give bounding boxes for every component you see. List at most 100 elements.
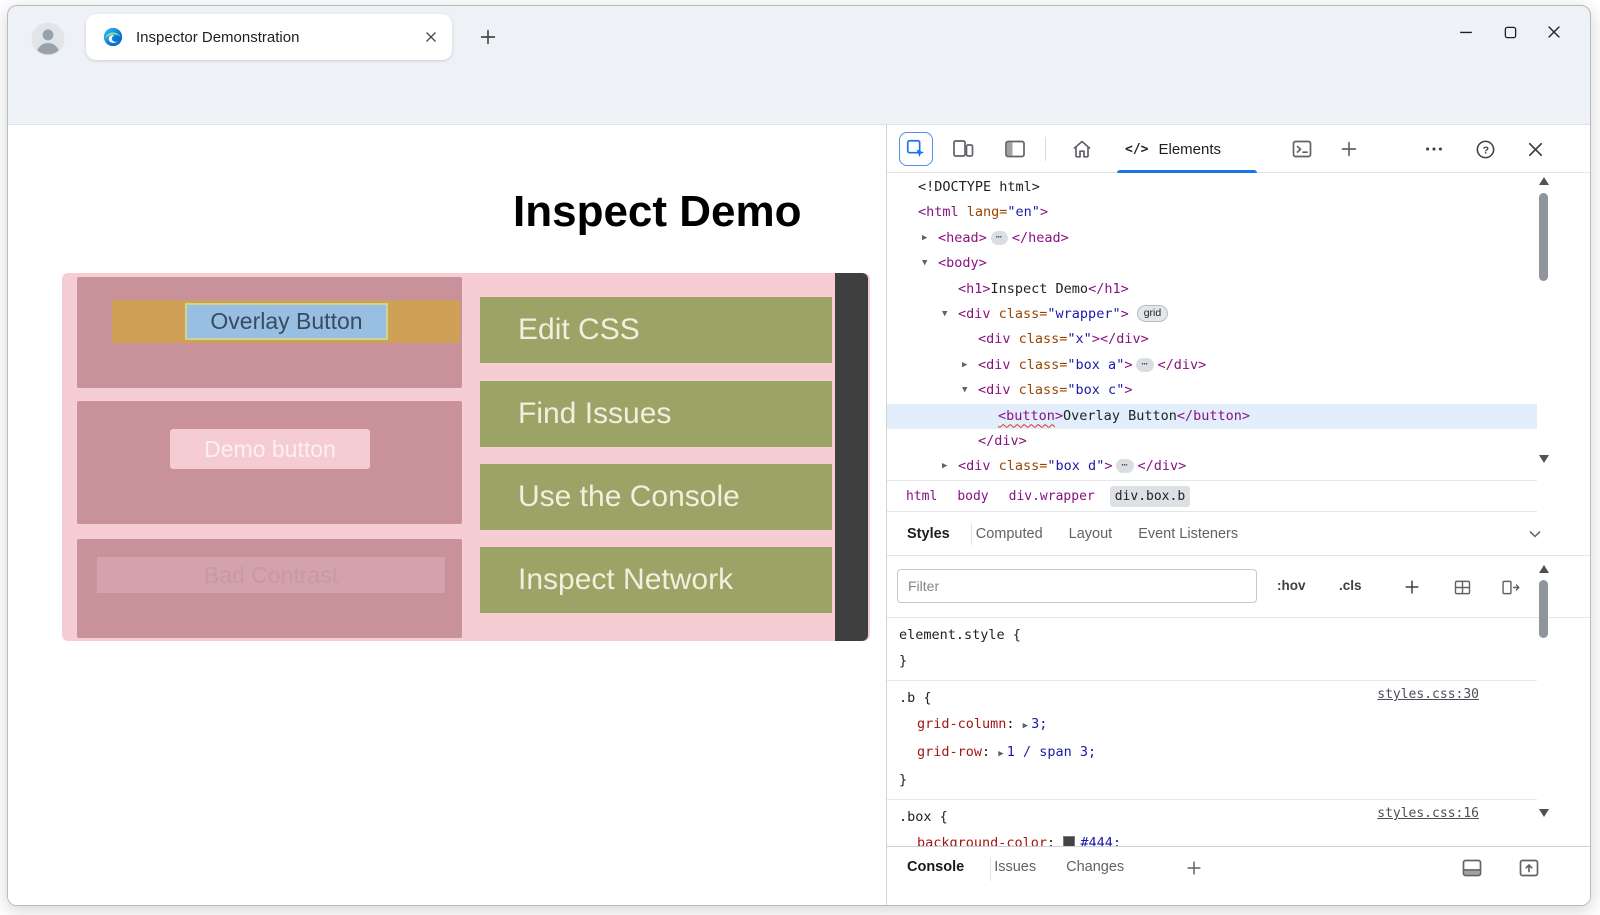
dom-node[interactable]: ▶ <div class="box a"> ⋯ </div> xyxy=(887,353,1537,378)
tab-event-listeners[interactable]: Event Listeners xyxy=(1138,526,1238,542)
minimize-button[interactable] xyxy=(1444,12,1488,52)
dom-node[interactable]: ▶ <div class="box d"> ⋯ </div> xyxy=(887,454,1537,479)
dom-token: "en" xyxy=(1007,204,1040,221)
breadcrumb-html[interactable]: html xyxy=(901,486,942,507)
scroll-down-icon[interactable] xyxy=(1539,455,1549,463)
nav-box-inspect-network[interactable]: Inspect Network xyxy=(480,547,832,613)
dom-token: </head> xyxy=(1011,229,1069,246)
expand-value-icon[interactable]: ▶ xyxy=(1023,721,1028,731)
dom-node-selected[interactable]: <button>Overlay Button</button> xyxy=(887,403,1537,430)
browser-tab[interactable]: Inspector Demonstration xyxy=(86,14,452,60)
expand-arrow-icon[interactable]: ▶ xyxy=(962,353,967,378)
more-options-icon[interactable] xyxy=(1422,137,1446,161)
drawer-tab-issues[interactable]: Issues xyxy=(994,859,1036,875)
scroll-down-icon[interactable] xyxy=(1539,809,1549,817)
collapse-arrow-icon[interactable]: ▼ xyxy=(922,251,927,276)
dom-token: > xyxy=(1124,356,1133,373)
nav-box-use-the-console[interactable]: Use the Console xyxy=(480,464,832,530)
expand-arrow-icon[interactable]: ▶ xyxy=(942,454,947,479)
chevron-down-icon[interactable] xyxy=(1525,524,1545,544)
breadcrumb-div-box-b[interactable]: div.box.b xyxy=(1109,485,1191,507)
bad-contrast-button[interactable]: Bad Contrast xyxy=(97,557,445,593)
computed-sidebar-icon[interactable] xyxy=(1499,576,1521,598)
drawer-tab-changes[interactable]: Changes xyxy=(1066,859,1124,875)
tab-close-icon[interactable] xyxy=(422,28,440,46)
collapsed-content-icon[interactable]: ⋯ xyxy=(990,230,1008,245)
profile-avatar[interactable] xyxy=(30,21,66,57)
styles-filter-input[interactable] xyxy=(897,569,1257,603)
dom-token: "x" xyxy=(1067,331,1092,348)
toolbar-divider xyxy=(1045,137,1046,161)
collapsed-content-icon[interactable]: ⋯ xyxy=(1116,459,1134,474)
grid-adorner-badge[interactable]: grid xyxy=(1136,305,1169,323)
stylesheet-link[interactable]: styles.css:16 xyxy=(1377,806,1479,821)
dom-node[interactable]: ▶ <head> ⋯ </head> xyxy=(887,226,1537,251)
add-tab-icon[interactable] xyxy=(1337,137,1361,161)
toggle-class-button[interactable]: .cls xyxy=(1339,578,1362,593)
scrollbar-thumb[interactable] xyxy=(1539,193,1548,281)
dom-node[interactable]: <html lang="en"> xyxy=(887,200,1537,225)
collapse-arrow-icon[interactable]: ▼ xyxy=(942,302,947,327)
css-rule-box: .box { styles.css:16 background-color: #44… xyxy=(887,800,1537,846)
dom-scrollbar[interactable] xyxy=(1537,177,1551,463)
css-selector[interactable]: .box { xyxy=(899,809,948,825)
collapse-arrow-icon[interactable]: ▼ xyxy=(962,378,967,403)
scroll-up-icon[interactable] xyxy=(1539,177,1549,185)
expand-arrow-icon[interactable]: ▶ xyxy=(922,226,927,251)
tab-computed[interactable]: Computed xyxy=(976,526,1043,542)
console-panel-icon[interactable] xyxy=(1290,137,1314,161)
styles-scrollbar[interactable] xyxy=(1537,565,1551,817)
tab-styles[interactable]: Styles xyxy=(907,526,950,542)
css-property-grid-column[interactable]: grid-column: ▶ 3; xyxy=(899,711,1537,739)
css-property-background-color[interactable]: background-color: #444; xyxy=(899,830,1537,846)
drawer-dock-icon[interactable] xyxy=(1460,856,1484,880)
nav-box-edit-css[interactable]: Edit CSS xyxy=(480,297,832,363)
devtools-close-icon[interactable] xyxy=(1523,137,1547,161)
browser-window: Inspector Demonstration Inspect Demo Ove… xyxy=(7,5,1591,906)
color-swatch[interactable] xyxy=(1063,836,1076,846)
nav-box-find-issues[interactable]: Find Issues xyxy=(480,381,832,447)
new-tab-button[interactable] xyxy=(474,23,502,51)
scroll-up-icon[interactable] xyxy=(1539,565,1549,573)
drawer-add-tab-icon[interactable] xyxy=(1183,857,1205,879)
dom-node[interactable]: <!DOCTYPE html> xyxy=(887,175,1537,200)
tab-title: Inspector Demonstration xyxy=(136,28,300,46)
help-icon[interactable]: ? xyxy=(1473,137,1497,161)
dom-token: <html xyxy=(918,204,959,221)
device-emulation-icon[interactable] xyxy=(951,137,975,161)
new-style-rule-icon[interactable] xyxy=(1401,576,1423,598)
breadcrumb-body[interactable]: body xyxy=(952,486,993,507)
dom-node[interactable]: ▼ <div class="wrapper"> grid xyxy=(887,302,1537,327)
dom-node[interactable]: ▼ <div class="box c"> xyxy=(887,378,1537,403)
dom-token: </button> xyxy=(1176,407,1250,424)
drawer-tab-console[interactable]: Console xyxy=(907,859,964,875)
collapsed-content-icon[interactable]: ⋯ xyxy=(1136,357,1154,372)
dom-node[interactable]: ▼ <body> xyxy=(887,251,1537,276)
demo-button[interactable]: Demo button xyxy=(170,429,370,469)
dock-side-icon[interactable] xyxy=(1003,137,1027,161)
tab-elements[interactable]: </> Elements xyxy=(1111,125,1263,173)
inspect-element-button[interactable] xyxy=(899,132,933,166)
overlay-button[interactable]: Overlay Button xyxy=(185,303,388,340)
dom-node[interactable]: <div class="x"></div> xyxy=(887,327,1537,352)
dom-node[interactable]: <h1>Inspect Demo</h1> xyxy=(887,277,1537,302)
home-icon[interactable] xyxy=(1070,137,1094,161)
grid-editor-icon[interactable] xyxy=(1451,576,1473,598)
tab-layout[interactable]: Layout xyxy=(1069,526,1113,542)
scrollbar-thumb[interactable] xyxy=(1539,580,1548,638)
window-close-button[interactable] xyxy=(1532,12,1576,52)
stylesheet-link[interactable]: styles.css:30 xyxy=(1377,687,1479,702)
expand-value-icon[interactable]: ▶ xyxy=(998,749,1003,759)
expand-drawer-icon[interactable] xyxy=(1517,856,1541,880)
css-selector[interactable]: .b { xyxy=(899,690,932,706)
dom-token: > xyxy=(1104,458,1113,475)
dom-token: lang= xyxy=(958,204,1008,221)
toggle-hover-state-button[interactable]: :hov xyxy=(1277,578,1306,593)
dom-node[interactable]: </div> xyxy=(887,429,1537,454)
dom-token: > xyxy=(1120,306,1129,323)
css-closing-brace: } xyxy=(899,772,908,788)
maximize-button[interactable] xyxy=(1488,12,1532,52)
breadcrumb-div-wrapper[interactable]: div.wrapper xyxy=(1004,486,1100,507)
css-property-grid-row[interactable]: grid-row: ▶ 1 / span 3; xyxy=(899,739,1537,767)
css-selector[interactable]: element.style { xyxy=(899,627,1021,643)
